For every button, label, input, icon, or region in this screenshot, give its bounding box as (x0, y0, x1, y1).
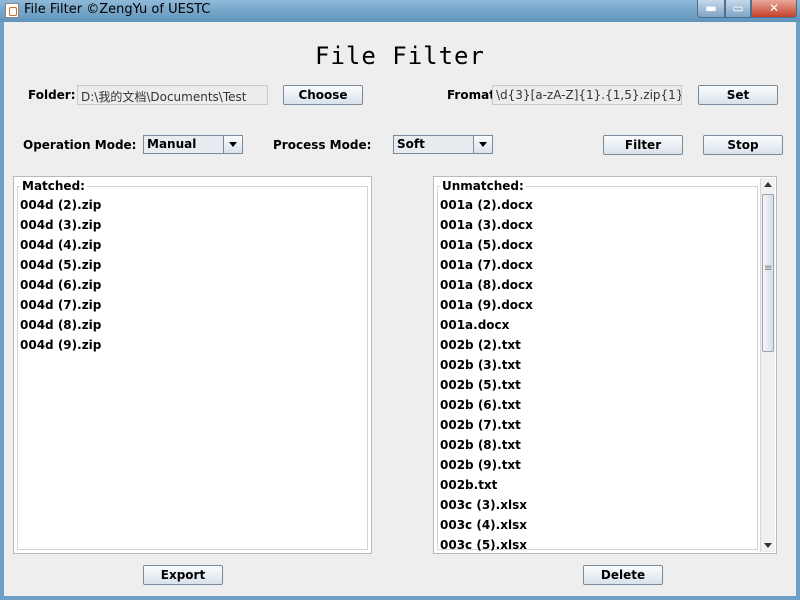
list-item[interactable]: 001a (9).docx (440, 295, 533, 315)
list-item[interactable]: 001a (7).docx (440, 255, 533, 275)
unmatched-scrollbar[interactable] (760, 178, 775, 552)
list-item[interactable]: 002b (8).txt (440, 435, 533, 455)
list-item[interactable]: 002b (9).txt (440, 455, 533, 475)
filter-button[interactable]: Filter (603, 135, 683, 155)
page-title: File Filter (315, 42, 485, 70)
stop-button[interactable]: Stop (703, 135, 783, 155)
matched-panel: Matched: 004d (2).zip 004d (3).zip 004d (4… (13, 176, 372, 554)
process-mode-value: Soft (397, 137, 425, 151)
title-bar: File Filter ©ZengYu of UESTC ▬ ▭ ✕ (0, 0, 800, 22)
list-item[interactable]: 004d (7).zip (20, 295, 101, 315)
export-button[interactable]: Export (143, 565, 223, 585)
scroll-up-icon[interactable] (761, 178, 775, 192)
main-window: File Filter Folder: D:\我的文档\Documents\Te… (4, 22, 796, 596)
operation-mode-select[interactable]: Manual (143, 135, 243, 154)
list-item[interactable]: 001a.docx (440, 315, 533, 335)
operation-mode-label: Operation Mode: (23, 138, 137, 152)
window-title: File Filter ©ZengYu of UESTC (24, 2, 211, 17)
list-item[interactable]: 003c (5).xlsx (440, 535, 533, 555)
operation-mode-value: Manual (147, 137, 197, 151)
list-item[interactable]: 001a (8).docx (440, 275, 533, 295)
list-item[interactable]: 004d (4).zip (20, 235, 101, 255)
folder-label: Folder: (28, 88, 76, 102)
list-item[interactable]: 002b (2).txt (440, 335, 533, 355)
list-item[interactable]: 004d (9).zip (20, 335, 101, 355)
format-pattern-field[interactable]: \d{3}[a-zA-Z]{1}.{1,5}.zip{1} (492, 85, 682, 105)
list-item[interactable]: 003c (3).xlsx (440, 495, 533, 515)
maximize-button[interactable]: ▭ (725, 0, 751, 18)
maximize-icon: ▭ (732, 1, 744, 15)
folder-path-field[interactable]: D:\我的文档\Documents\Test (77, 85, 268, 105)
unmatched-panel: Unmatched: 001a (2).docx 001a (3).docx 001… (433, 176, 777, 554)
matched-list[interactable]: 004d (2).zip 004d (3).zip 004d (4).zip 004d… (20, 195, 101, 355)
minimize-button[interactable]: ▬ (697, 0, 725, 18)
list-item[interactable]: 002b (6).txt (440, 395, 533, 415)
set-button[interactable]: Set (698, 85, 778, 105)
list-item[interactable]: 004d (3).zip (20, 215, 101, 235)
java-app-icon (5, 3, 19, 18)
list-item[interactable]: 002b (7).txt (440, 415, 533, 435)
scroll-down-icon[interactable] (761, 538, 775, 552)
list-item[interactable]: 003c (4).xlsx (440, 515, 533, 535)
choose-button[interactable]: Choose (283, 85, 363, 105)
list-item[interactable]: 004d (6).zip (20, 275, 101, 295)
unmatched-title: Unmatched: (440, 179, 526, 193)
close-icon: ✕ (768, 1, 780, 15)
close-button[interactable]: ✕ (751, 0, 797, 18)
list-item[interactable]: 001a (5).docx (440, 235, 533, 255)
list-item[interactable]: 002b (5).txt (440, 375, 533, 395)
chevron-down-icon[interactable] (473, 136, 492, 153)
unmatched-list[interactable]: 001a (2).docx 001a (3).docx 001a (5).docx 0… (440, 195, 533, 555)
list-item[interactable]: 004d (5).zip (20, 255, 101, 275)
list-item[interactable]: 004d (2).zip (20, 195, 101, 215)
list-item[interactable]: 001a (3).docx (440, 215, 533, 235)
scrollbar-thumb[interactable] (762, 194, 774, 352)
chevron-down-icon[interactable] (223, 136, 242, 153)
list-item[interactable]: 004d (8).zip (20, 315, 101, 335)
list-item[interactable]: 002b.txt (440, 475, 533, 495)
matched-title: Matched: (20, 179, 87, 193)
list-item[interactable]: 002b (3).txt (440, 355, 533, 375)
process-mode-label: Process Mode: (273, 138, 372, 152)
list-item[interactable]: 001a (2).docx (440, 195, 533, 215)
process-mode-select[interactable]: Soft (393, 135, 493, 154)
minimize-icon: ▬ (705, 1, 717, 15)
delete-button[interactable]: Delete (583, 565, 663, 585)
